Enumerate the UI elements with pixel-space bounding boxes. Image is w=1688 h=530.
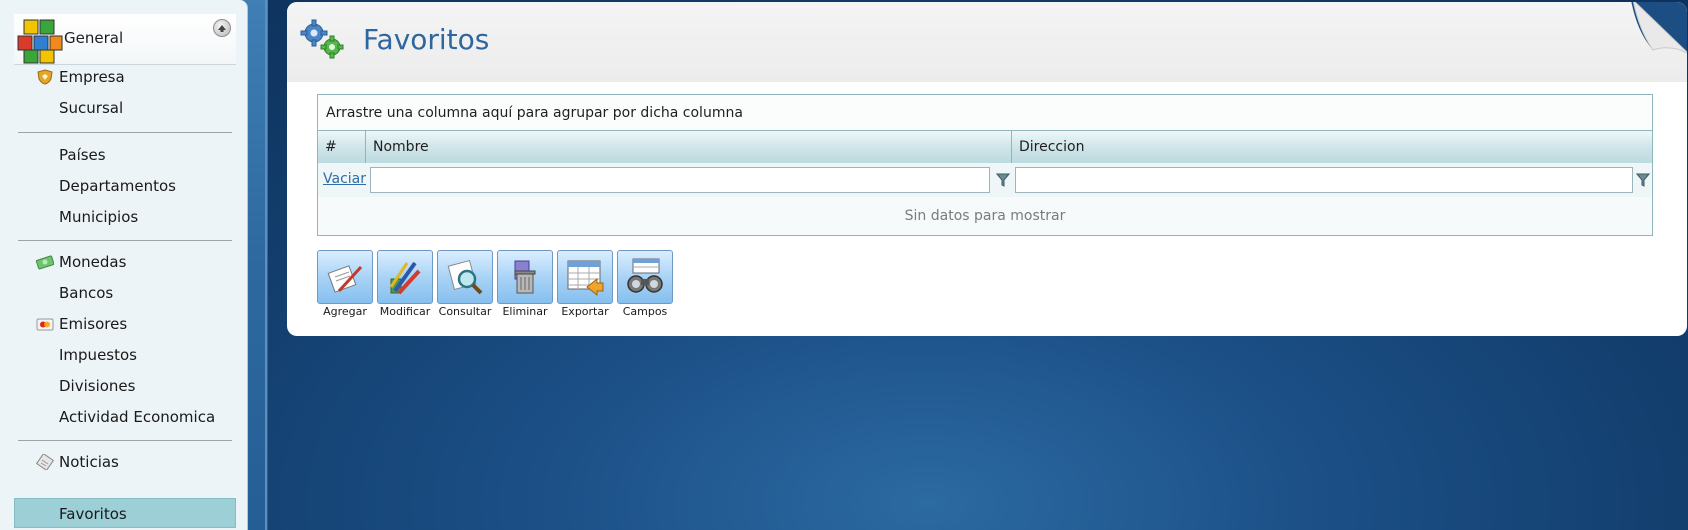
modificar-button[interactable]: Modificar [377,250,433,320]
sidebar-separator [18,440,232,441]
column-header-nombre[interactable]: Nombre [366,131,1012,163]
campos-button[interactable]: Campos [617,250,673,320]
sidebar-item-label: Favoritos [59,505,127,523]
main-panel: Favoritos Arrastre una columna aquí para… [287,2,1687,336]
sidebar-header[interactable]: General [14,14,236,65]
sidebar-item-empresa[interactable]: Empresa [14,62,236,92]
sidebar-item-bancos[interactable]: Bancos [14,278,236,308]
money-icon [36,255,54,270]
sidebar-item-favoritos[interactable]: Favoritos [14,498,236,528]
modificar-label: Modificar [379,305,431,318]
favoritos-grid: Arrastre una columna aquí para agrupar p… [317,94,1653,236]
exportar-button[interactable]: Exportar [557,250,613,320]
collapse-button[interactable] [213,19,231,37]
binoculars-icon [627,258,663,293]
sidebar-header-label: General [64,29,124,47]
trash-can-icon [514,260,536,294]
campos-button-box[interactable] [617,250,673,304]
agregar-button[interactable]: Agregar [317,250,373,320]
sidebar-item-label: Monedas [59,253,127,271]
news-icon [36,454,54,470]
shield-icon [37,69,53,85]
page-header: Favoritos [287,2,1687,82]
credit-card-icon [36,318,54,331]
sidebar-item-municipios[interactable]: Municipios [14,202,236,232]
sidebar-item-emisores[interactable]: Emisores [14,309,236,339]
nombre-filter-input[interactable] [370,167,990,193]
sidebar-item-monedas[interactable]: Monedas [14,247,236,277]
chevron-up-icon [218,25,226,32]
eliminar-label: Eliminar [502,305,548,318]
sidebar-item-label: Empresa [59,68,125,86]
sidebar-separator [18,240,232,241]
column-header-direccion[interactable]: Direccion [1012,131,1652,163]
grid-header-row: # Nombre Direccion [318,131,1652,164]
column-header-number[interactable]: # [318,131,366,163]
consultar-label: Consultar [438,305,492,318]
exportar-label: Exportar [561,305,609,318]
sidebar-item-label: Divisiones [59,377,136,395]
direccion-filter-input[interactable] [1015,167,1633,193]
sidebar-separator [18,132,232,133]
consultar-button-box[interactable] [437,250,493,304]
sidebar-item-label: Emisores [59,315,128,333]
add-document-icon [327,265,363,293]
sidebar-item-label: Bancos [59,284,114,302]
grid-filter-row: Vaciar [318,163,1652,198]
consultar-button[interactable]: Consultar [437,250,493,320]
sidebar-item-impuestos[interactable]: Impuestos [14,340,236,370]
sidebar-item-sucursal[interactable]: Sucursal [14,93,236,123]
page-curl-corner [1631,2,1687,54]
filter-icon[interactable] [996,172,1010,188]
sidebar-item-actividad-economica[interactable]: Actividad Economica [14,402,236,432]
sidebar-item-label: Países [59,146,106,164]
sidebar-item-paises[interactable]: Países [14,140,236,170]
sidebar: General Empresa Sucursal Países Departam… [0,0,248,530]
sidebar-item-noticias[interactable]: Noticias [14,447,236,477]
page-title: Favoritos [363,23,490,56]
magnifier-icon [447,259,483,295]
sidebar-item-departamentos[interactable]: Departamentos [14,171,236,201]
modificar-button-box[interactable] [377,250,433,304]
spreadsheet-export-icon [567,260,604,297]
eliminar-button-box[interactable] [497,250,553,304]
sidebar-item-label: Sucursal [59,99,124,117]
agregar-label: Agregar [323,305,367,318]
filter-icon[interactable] [1636,172,1650,188]
group-by-panel[interactable]: Arrastre una columna aquí para agrupar p… [318,95,1652,131]
campos-label: Campos [622,305,668,318]
eliminar-button[interactable]: Eliminar [497,250,553,320]
sidebar-item-label: Departamentos [59,177,176,195]
strip-divider [265,0,267,530]
sidebar-item-label: Noticias [59,453,119,471]
sidebar-item-label: Municipios [59,208,139,226]
sidebar-item-divisiones[interactable]: Divisiones [14,371,236,401]
empty-grid-message: Sin datos para mostrar [318,197,1652,235]
pencils-icon [389,261,421,295]
clear-filter-link[interactable]: Vaciar [323,171,366,187]
agregar-button-box[interactable] [317,250,373,304]
sidebar-item-label: Actividad Economica [59,408,216,426]
action-toolbar: Agregar Modificar Consultar Eliminar Exp… [317,250,717,320]
gears-icon [300,19,344,59]
general-cubes-icon [17,19,63,64]
exportar-button-box[interactable] [557,250,613,304]
sidebar-item-label: Impuestos [59,346,137,364]
